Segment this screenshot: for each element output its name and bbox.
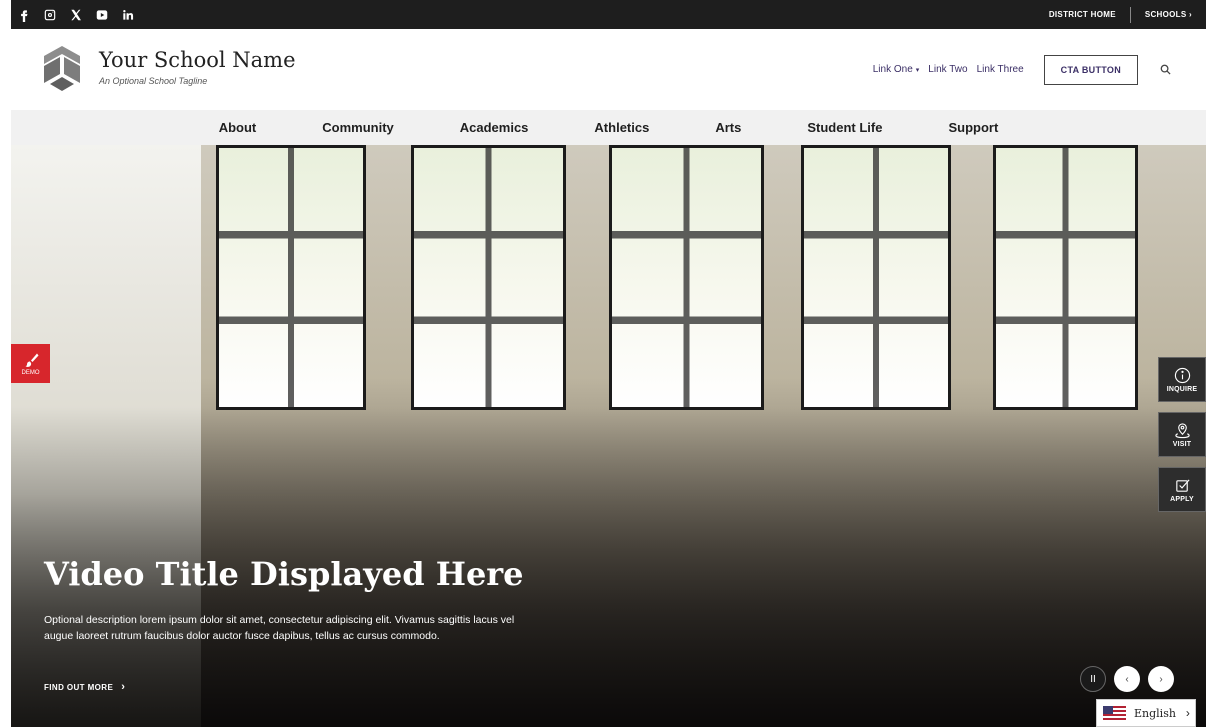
chevron-right-icon: › — [1185, 706, 1190, 720]
find-out-more-link[interactable]: FIND OUT MORE › — [44, 681, 125, 693]
next-slide-button[interactable]: › — [1148, 666, 1174, 692]
link-two[interactable]: Link Two — [928, 64, 967, 75]
map-pin-icon — [1174, 422, 1190, 438]
cta-button[interactable]: CTA BUTTON — [1043, 54, 1138, 85]
chevron-right-icon: › — [121, 681, 126, 693]
instagram-icon[interactable] — [37, 0, 63, 29]
paintbrush-icon — [25, 353, 38, 367]
demo-tab[interactable]: DEMO — [11, 344, 50, 383]
hero-title: Video Title Displayed Here — [44, 555, 524, 593]
previous-slide-button[interactable]: ‹ — [1114, 666, 1140, 692]
apply-label: APPLY — [1170, 495, 1194, 503]
chevron-down-icon: ▾ — [915, 66, 920, 74]
nav-item-arts[interactable]: Arts — [682, 120, 774, 135]
inquire-button[interactable]: INQUIRE — [1158, 357, 1206, 402]
utility-bar: DISTRICT HOME SCHOOLS › — [11, 0, 1206, 29]
demo-label: DEMO — [21, 369, 40, 376]
x-icon[interactable] — [63, 0, 89, 29]
utility-links: DISTRICT HOME SCHOOLS › — [1035, 0, 1206, 29]
school-tagline: An Optional School Tagline — [99, 76, 208, 86]
apply-button[interactable]: APPLY — [1158, 467, 1206, 512]
nav-item-support[interactable]: Support — [915, 120, 1031, 135]
youtube-icon[interactable] — [89, 0, 115, 29]
hero-video: Video Title Displayed Here Optional desc… — [11, 145, 1206, 727]
info-icon — [1174, 367, 1190, 383]
language-selector[interactable]: English › — [1096, 699, 1196, 727]
nav-item-community[interactable]: Community — [289, 120, 427, 135]
school-name[interactable]: Your School Name — [99, 48, 296, 72]
hero-description: Optional description lorem ipsum dolor s… — [44, 614, 515, 642]
nav-item-about[interactable]: About — [186, 120, 290, 135]
link-one-dropdown[interactable]: Link One ▾ — [873, 64, 920, 75]
nav-item-academics[interactable]: Academics — [427, 120, 562, 135]
search-icon[interactable] — [1158, 63, 1172, 77]
checklist-icon — [1175, 478, 1190, 492]
main-navigation: About Community Academics Athletics Arts… — [11, 110, 1206, 145]
find-out-more-label: FIND OUT MORE — [44, 682, 114, 692]
language-label: English — [1134, 706, 1176, 720]
link-three[interactable]: Link Three — [977, 64, 1024, 75]
linkedin-icon[interactable] — [115, 0, 141, 29]
social-links — [11, 0, 141, 29]
school-logo[interactable] — [42, 44, 82, 91]
facebook-icon[interactable] — [11, 0, 37, 29]
inquire-label: INQUIRE — [1166, 385, 1198, 393]
district-home-link[interactable]: DISTRICT HOME — [1035, 10, 1130, 19]
site-header: Your School Name An Optional School Tagl… — [11, 29, 1206, 110]
nav-item-athletics[interactable]: Athletics — [561, 120, 682, 135]
link-one-label: Link One — [872, 64, 913, 75]
visit-button[interactable]: VISIT — [1158, 412, 1206, 457]
pause-button[interactable]: II — [1080, 666, 1106, 692]
nav-item-student-life[interactable]: Student Life — [774, 120, 915, 135]
header-links: Link One ▾ Link Two Link Three CTA BUTTO… — [873, 29, 1206, 110]
us-flag-icon — [1103, 706, 1126, 720]
visit-label: VISIT — [1172, 440, 1192, 448]
schools-dropdown[interactable]: SCHOOLS › — [1131, 10, 1206, 19]
